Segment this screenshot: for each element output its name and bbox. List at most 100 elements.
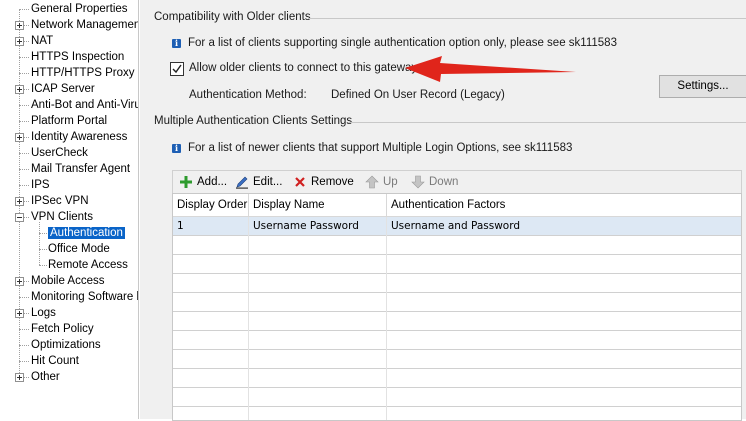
tree-item-label: Other: [31, 371, 60, 383]
tree-item[interactable]: Other: [31, 369, 60, 385]
down-button[interactable]: Down: [411, 173, 465, 191]
tree-line: [19, 105, 29, 106]
expand-plus-icon[interactable]: [15, 373, 24, 382]
tree-line: [19, 345, 29, 346]
table-cell: Username and Password: [391, 220, 520, 232]
tree-item[interactable]: Optimizations: [31, 337, 101, 353]
tree-item-label: HTTP/HTTPS Proxy: [31, 67, 135, 79]
up-button[interactable]: Up: [365, 173, 405, 191]
table-cell: [249, 255, 387, 274]
edit-button[interactable]: Edit...: [235, 173, 289, 191]
tree-item[interactable]: Anti-Bot and Anti-Virus: [31, 97, 138, 113]
table-cell: [387, 274, 741, 293]
tree-item[interactable]: Authentication: [48, 225, 125, 241]
tree-item[interactable]: IPS: [31, 177, 50, 193]
tree-item[interactable]: Hit Count: [31, 353, 79, 369]
tree-item[interactable]: Fetch Policy: [31, 321, 94, 337]
tree-item-label: Mail Transfer Agent: [31, 163, 131, 175]
empty-table-row[interactable]: [173, 255, 741, 274]
tree-item-label: Authentication: [48, 227, 125, 239]
tree-item-label: HTTPS Inspection: [31, 51, 125, 63]
tree-item[interactable]: VPN Clients: [31, 209, 93, 225]
table-cell: [249, 274, 387, 293]
table-row[interactable]: 1 Username Password Username and Password: [173, 217, 741, 236]
tree-item[interactable]: ICAP Server: [31, 81, 95, 97]
column-header-display-name[interactable]: Display Name: [249, 194, 387, 216]
allow-older-clients-label[interactable]: Allow older clients to connect to this g…: [189, 62, 417, 74]
expand-plus-icon[interactable]: [15, 197, 24, 206]
tree-item[interactable]: Office Mode: [48, 241, 110, 257]
factors-toolbar: Add... Edit... Remove Up Down: [172, 170, 742, 193]
table-cell: [249, 312, 387, 331]
tree-item-label: IPS: [31, 179, 50, 191]
empty-table-row[interactable]: [173, 293, 741, 312]
column-header-auth-factors[interactable]: Authentication Factors: [387, 194, 741, 216]
tree-line: [19, 153, 29, 154]
empty-table-row[interactable]: [173, 350, 741, 369]
info-icon: i: [172, 39, 181, 48]
tree-item[interactable]: Remote Access: [48, 257, 128, 273]
tree-line: [19, 9, 20, 377]
tree-item[interactable]: Logs: [31, 305, 56, 321]
tree-line: [19, 121, 29, 122]
tree-line: [39, 233, 47, 234]
expand-plus-icon[interactable]: [15, 133, 24, 142]
info-icon: i: [172, 144, 181, 153]
tree-item[interactable]: Identity Awareness: [31, 129, 127, 145]
collapse-minus-icon[interactable]: [15, 213, 24, 222]
edit-label: Edit...: [253, 176, 283, 188]
tree-item-label: Mobile Access: [31, 275, 105, 287]
expand-plus-icon[interactable]: [15, 309, 24, 318]
tree-item[interactable]: Mail Transfer Agent: [31, 161, 130, 177]
tree-item[interactable]: Platform Portal: [31, 113, 107, 129]
table-cell: [173, 312, 249, 331]
tree-item[interactable]: IPSec VPN: [31, 193, 89, 209]
add-button[interactable]: Add...: [179, 173, 229, 191]
tree-item-label: Fetch Policy: [31, 323, 94, 335]
table-cell: 1: [173, 217, 249, 236]
tree-item[interactable]: Monitoring Software bla: [31, 289, 138, 305]
table-cell: [173, 331, 249, 350]
expand-plus-icon[interactable]: [15, 85, 24, 94]
empty-table-row[interactable]: [173, 369, 741, 388]
tree-item[interactable]: Network Management: [31, 17, 138, 33]
expand-plus-icon[interactable]: [15, 37, 24, 46]
expand-plus-icon[interactable]: [15, 21, 24, 30]
empty-table-row[interactable]: [173, 236, 741, 255]
tree-line: [39, 249, 47, 250]
empty-table-row[interactable]: [173, 331, 741, 350]
empty-table-row[interactable]: [173, 274, 741, 293]
tree-line: [19, 9, 29, 10]
pencil-icon: [236, 176, 248, 189]
settings-tree: General Properties Network Management NAT H…: [0, 0, 139, 419]
arrow-up-icon: [365, 175, 379, 189]
arrow-down-icon: [411, 175, 425, 189]
settings-panel: Compatibility with Older clients i For a…: [140, 0, 746, 421]
tree-item[interactable]: HTTP/HTTPS Proxy: [31, 65, 135, 81]
compat-group-title: Compatibility with Older clients: [154, 11, 311, 23]
empty-table-row[interactable]: [173, 388, 741, 407]
tree-item[interactable]: General Properties: [31, 1, 128, 17]
column-header-display-order[interactable]: Display Order: [173, 194, 249, 216]
table-cell: [387, 350, 741, 369]
tree-line: [19, 361, 29, 362]
tree-line: [19, 329, 29, 330]
down-label: Down: [429, 176, 459, 188]
empty-table-row[interactable]: [173, 312, 741, 331]
plus-icon: [180, 176, 192, 188]
tree-item-label: Hit Count: [31, 355, 79, 367]
expand-plus-icon[interactable]: [15, 277, 24, 286]
tree-item-label: IPSec VPN: [31, 195, 89, 207]
tree-item[interactable]: UserCheck: [31, 145, 88, 161]
table-cell: [173, 293, 249, 312]
allow-older-clients-checkbox[interactable]: [170, 62, 184, 76]
remove-button[interactable]: Remove: [293, 173, 355, 191]
auth-method-value: Defined On User Record (Legacy): [331, 89, 505, 101]
tree-item-label: UserCheck: [31, 147, 88, 159]
tree-item[interactable]: HTTPS Inspection: [31, 49, 124, 65]
auth-method-label: Authentication Method:: [189, 89, 307, 101]
tree-item[interactable]: Mobile Access: [31, 273, 105, 289]
tree-item-label: Platform Portal: [31, 115, 108, 127]
tree-item[interactable]: NAT: [31, 33, 53, 49]
settings-button[interactable]: Settings...: [659, 75, 746, 98]
